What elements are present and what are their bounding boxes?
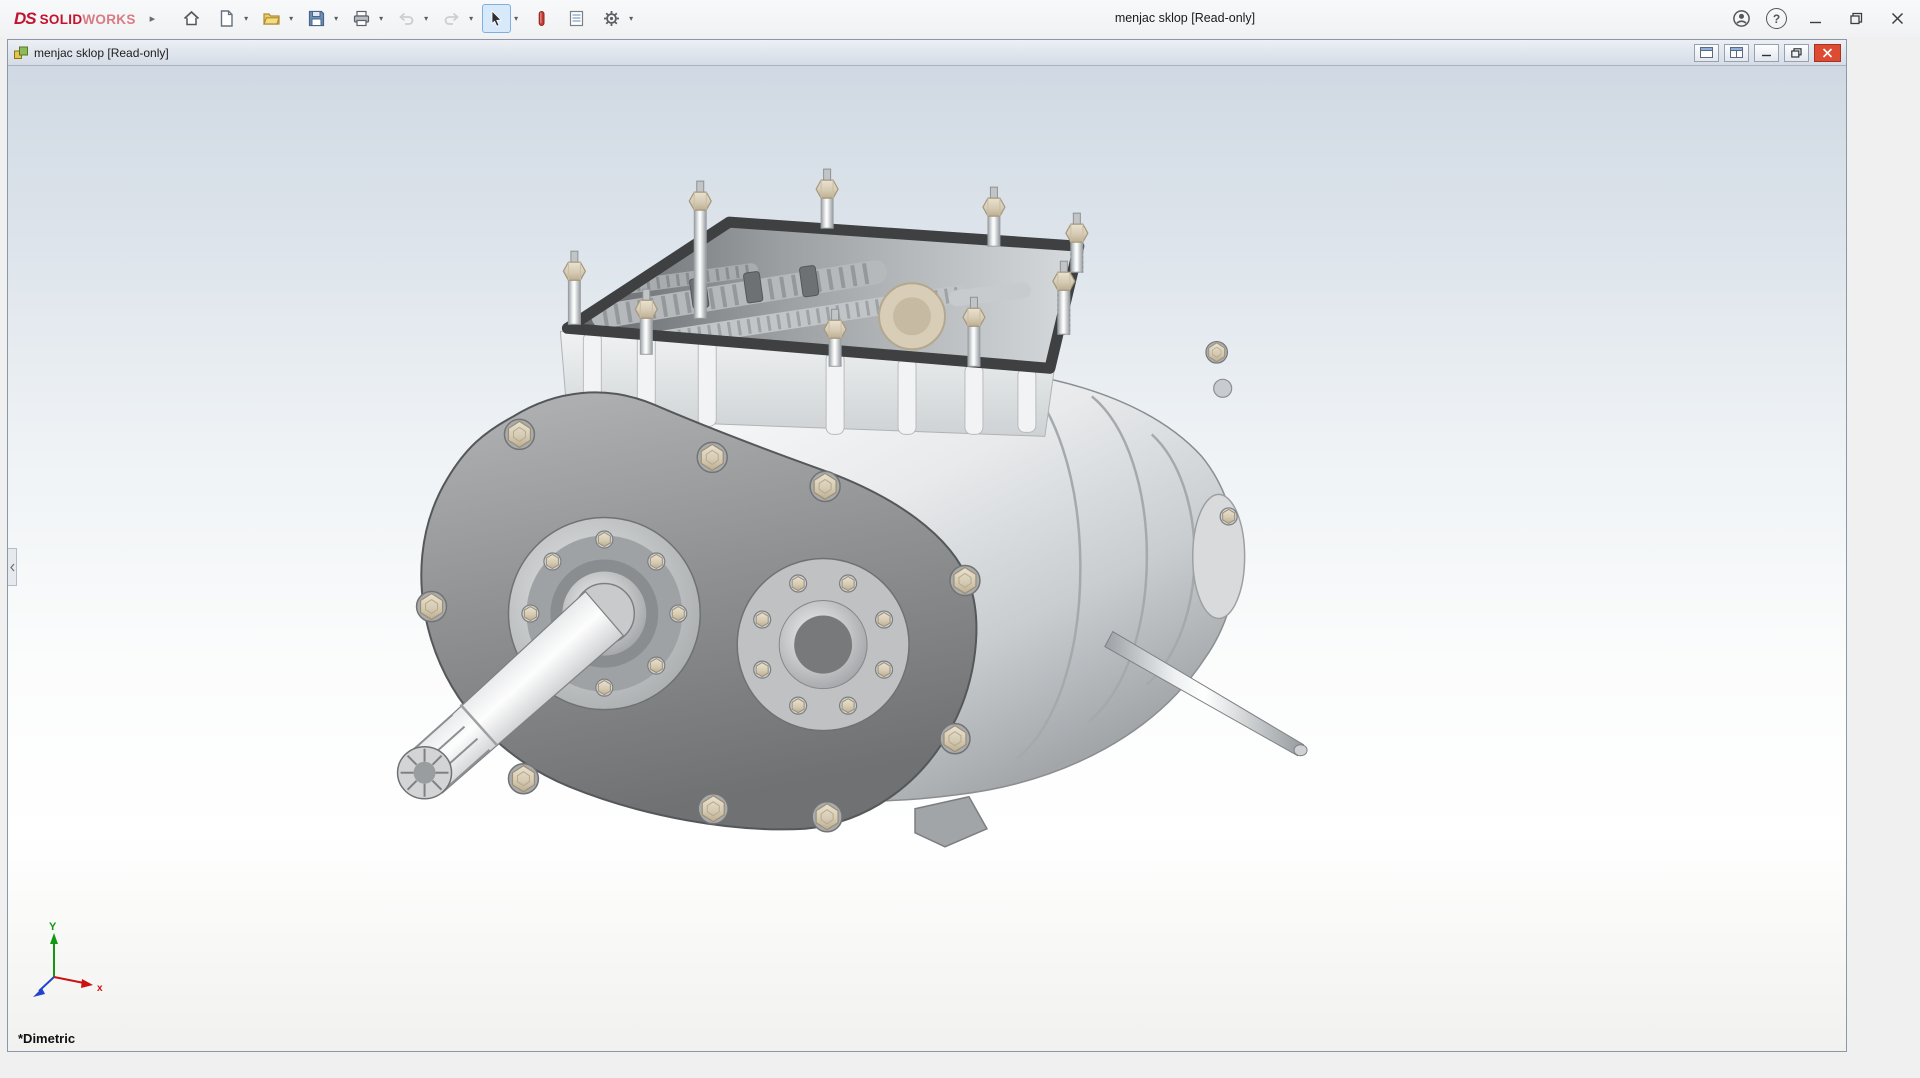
undo-button (392, 4, 421, 33)
undo-dropdown-icon: ▾ (424, 14, 429, 23)
account-icon[interactable] (1732, 9, 1751, 28)
pane-window-icon (1700, 47, 1713, 58)
print-icon (354, 10, 370, 27)
open-dropdown-icon[interactable]: ▾ (286, 14, 296, 23)
redo-dropdown-icon: ▾ (469, 14, 474, 23)
redo-button (437, 4, 466, 33)
app-window-title: menjac sklop [Read-only] (1114, 11, 1256, 25)
rebuild-icon (538, 11, 545, 26)
maximize-icon (1849, 12, 1862, 25)
doc-restore-button[interactable] (1784, 43, 1809, 62)
print-button[interactable] (347, 4, 376, 33)
options-button[interactable] (597, 4, 626, 33)
app-maximize-button[interactable] (1843, 6, 1869, 32)
logo-ds-glyph: DS (14, 8, 37, 28)
assembly-document-icon (14, 46, 28, 59)
minimize-icon (1809, 21, 1821, 24)
save-dropdown-icon[interactable]: ▾ (331, 14, 341, 23)
redo-icon (444, 12, 460, 25)
select-dropdown-icon[interactable]: ▾ (511, 14, 521, 23)
save-icon (309, 10, 325, 27)
print-dropdown-icon[interactable]: ▾ (376, 14, 386, 23)
file-properties-icon (570, 10, 584, 27)
home-icon (184, 10, 200, 26)
chevron-left-icon (9, 563, 14, 571)
document-window: menjac sklop [Read-only] Y x *Dimetric (7, 39, 1847, 1052)
options-gear-icon (604, 11, 620, 26)
rebuild-button[interactable] (527, 4, 556, 33)
app-minimize-button[interactable] (1802, 6, 1828, 32)
new-document-icon (220, 10, 233, 27)
quick-access-toolbar: ▾ ▾ ▾ ▾ ▾ ▾ ▾ ▾ (171, 4, 636, 33)
doc-minimize-button[interactable] (1754, 43, 1779, 62)
select-cursor-icon (491, 10, 503, 27)
undo-icon (399, 12, 414, 25)
select-tool-button[interactable] (482, 4, 512, 33)
pane-window-split-icon (1730, 47, 1743, 58)
help-icon[interactable]: ? (1766, 8, 1787, 29)
view-orientation-label: *Dimetric (18, 1031, 76, 1046)
doc-close-button[interactable] (1814, 43, 1841, 62)
document-title: menjac sklop [Read-only] (34, 45, 169, 60)
triad-z-axis (33, 988, 45, 997)
document-window-controls (1694, 43, 1841, 62)
doc-minimize-icon (1762, 54, 1771, 57)
save-button[interactable] (302, 4, 331, 33)
triad-x-label: x (97, 983, 103, 994)
file-properties-button[interactable] (562, 4, 591, 33)
graphics-viewport[interactable]: Y x *Dimetric (8, 66, 1846, 1051)
document-titlebar[interactable]: menjac sklop [Read-only] (8, 40, 1846, 66)
app-close-button[interactable] (1884, 6, 1910, 32)
toolbar-expand-arrow-icon[interactable]: ▸ (150, 12, 156, 25)
close-icon (1891, 12, 1903, 25)
orientation-triad: Y x (33, 921, 103, 997)
solidworks-logo: DS SOLID WORKS (14, 8, 136, 28)
side-bearing-cover (736, 557, 910, 732)
home-button[interactable] (177, 4, 206, 33)
app-window-controls: ? (1732, 0, 1910, 37)
doc-tile-pane-b-button[interactable] (1724, 43, 1749, 62)
doc-close-icon (1822, 47, 1833, 58)
new-document-button[interactable] (212, 4, 241, 33)
doc-tile-pane-a-button[interactable] (1694, 43, 1719, 62)
gearbox-model[interactable] (8, 66, 1846, 1051)
app-titlebar: DS SOLID WORKS ▸ ▾ ▾ ▾ ▾ ▾ ▾ ▾ ▾ menjac … (0, 0, 1920, 37)
open-button[interactable] (257, 4, 286, 33)
new-document-dropdown-icon[interactable]: ▾ (241, 14, 251, 23)
open-folder-icon (263, 13, 280, 25)
featuremanager-collapsed-handle[interactable] (8, 548, 17, 586)
triad-y-label: Y (49, 921, 57, 933)
doc-restore-icon (1791, 47, 1802, 58)
options-dropdown-icon[interactable]: ▾ (626, 14, 636, 23)
